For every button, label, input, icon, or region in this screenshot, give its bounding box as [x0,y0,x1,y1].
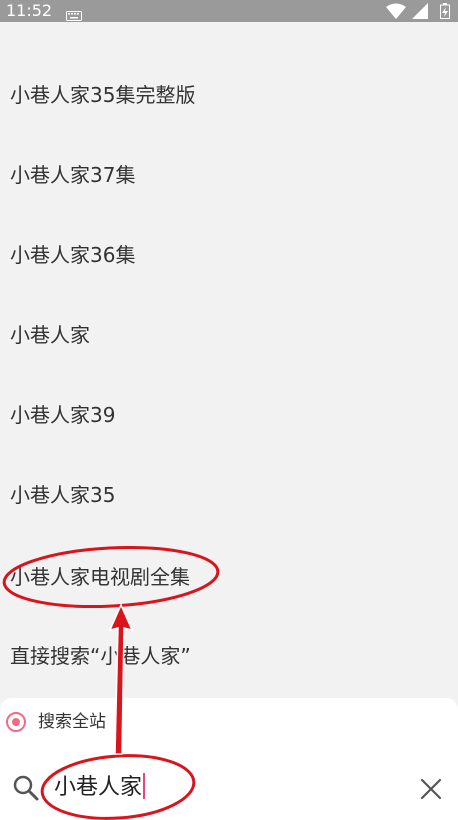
direct-search-item[interactable]: 直接搜索“小巷人家” [10,636,450,676]
status-bar: 11:52 [0,0,458,22]
search-scope-label: 搜索全站 [38,712,106,732]
suggestion-item-highlighted[interactable]: 小巷人家电视剧全集 [10,557,450,597]
keyboard-icon [66,6,82,25]
search-input-value: 小巷人家 [54,775,143,800]
suggestion-item[interactable]: 小巷人家37集 [10,155,450,195]
search-bar: 小巷人家 [0,760,458,816]
battery-icon [440,3,450,19]
suggestion-item[interactable]: 小巷人家36集 [10,235,450,275]
radio-selected-icon[interactable] [6,712,26,732]
suggestion-item[interactable]: 小巷人家 [10,315,450,355]
radio-dot [12,718,20,726]
signal-icon [412,3,428,19]
text-caret [143,773,146,799]
close-icon[interactable] [420,778,442,804]
search-icon [12,774,40,806]
wifi-icon [386,3,406,19]
suggestion-item[interactable]: 小巷人家39 [10,395,450,435]
screen: 11:52 小巷人家35集完整版 小巷人家37集 小巷人家36集 小巷人家 小巷… [0,0,458,820]
suggestion-item[interactable]: 小巷人家35 [10,475,450,515]
status-time: 11:52 [6,1,53,20]
search-input[interactable]: 小巷人家 [54,770,146,806]
suggestion-item[interactable]: 小巷人家35集完整版 [10,75,450,115]
search-panel: 搜索全站 小巷人家 [0,698,458,820]
